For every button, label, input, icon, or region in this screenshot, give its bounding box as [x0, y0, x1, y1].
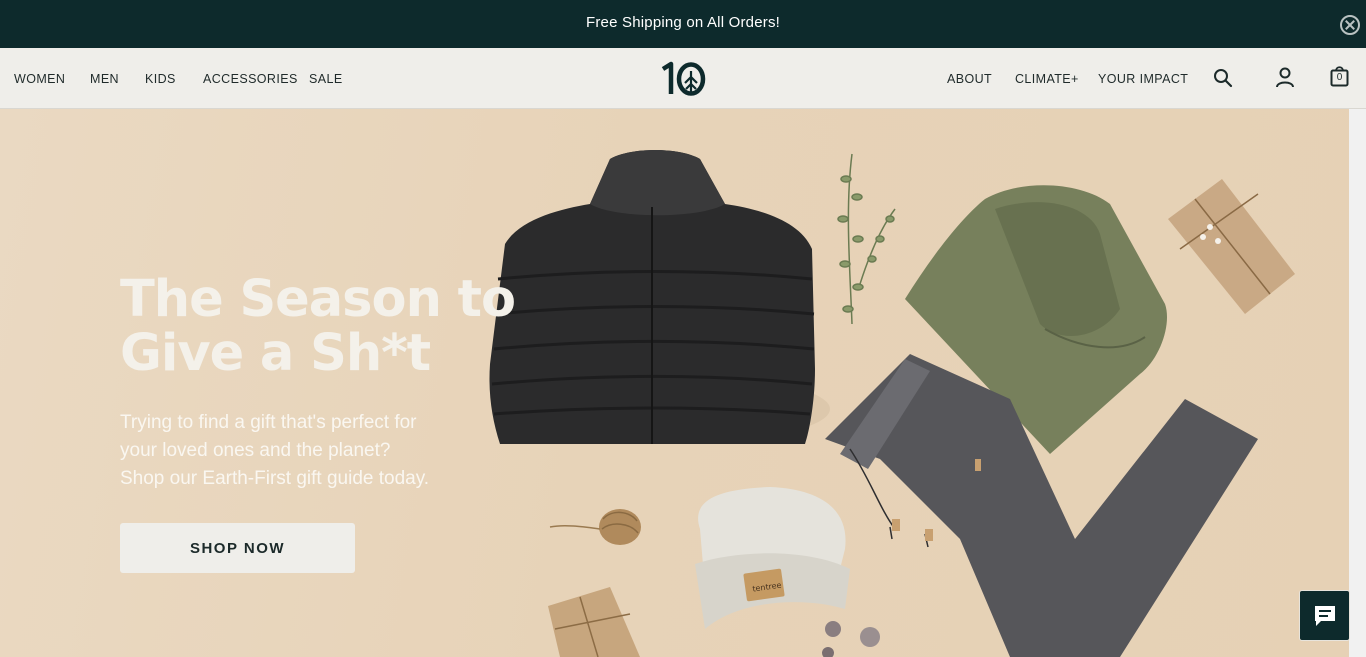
hero-subcopy: Trying to find a gift that's perfect for… — [120, 409, 480, 493]
main-navigation: WOMEN MEN KIDS ACCESSORIES SALE ABOUT CL… — [0, 48, 1366, 109]
cart-count: 0 — [1336, 72, 1343, 83]
hero-subcopy-line2: your loved ones and the planet? — [120, 440, 391, 461]
account-icon[interactable] — [1275, 67, 1295, 88]
nav-item-your-impact[interactable]: YOUR IMPACT — [1098, 72, 1188, 86]
twine-spool-image — [549, 509, 641, 545]
announcement-text: Free Shipping on All Orders! — [585, 14, 781, 31]
shop-now-button[interactable]: SHOP NOW — [120, 523, 355, 573]
eucalyptus-image — [837, 153, 896, 325]
page-scrollbar[interactable] — [1349, 109, 1366, 657]
small-gift-image — [548, 587, 640, 657]
hero-product-photo: tentree — [489, 150, 1295, 657]
nav-item-accessories[interactable]: ACCESSORIES — [203, 72, 298, 86]
beanie-image: tentree — [695, 487, 850, 629]
search-icon[interactable] — [1213, 68, 1233, 88]
announcement-bar: Free Shipping on All Orders! — [0, 0, 1366, 48]
nav-item-about[interactable]: ABOUT — [947, 72, 992, 86]
nav-item-sale[interactable]: SALE — [309, 72, 343, 86]
cart-button[interactable]: 0 — [1330, 65, 1349, 87]
hero-headline: The Season to Give a Sh*t — [120, 273, 520, 381]
hero-banner: tentree The Season to Give a Sh*t Trying… — [0, 109, 1349, 657]
close-icon[interactable] — [1340, 15, 1360, 35]
hero-subcopy-line3: Shop our Earth-First gift guide today. — [120, 468, 430, 489]
nav-item-kids[interactable]: KIDS — [145, 72, 176, 86]
chat-icon — [1315, 606, 1335, 626]
nav-item-women[interactable]: WOMEN — [14, 72, 65, 86]
gift-box-image — [1168, 179, 1295, 314]
hero-subcopy-line1: Trying to find a gift that's perfect for — [120, 412, 417, 433]
puffer-jacket-image — [489, 150, 815, 444]
hero-headline-line1: The Season to — [120, 270, 516, 329]
hero-headline-line2: Give a Sh*t — [120, 324, 431, 383]
nav-item-men[interactable]: MEN — [90, 72, 119, 86]
brand-logo[interactable] — [660, 60, 706, 96]
chat-button[interactable] — [1299, 590, 1350, 641]
nav-item-climate[interactable]: CLIMATE+ — [1015, 72, 1079, 86]
